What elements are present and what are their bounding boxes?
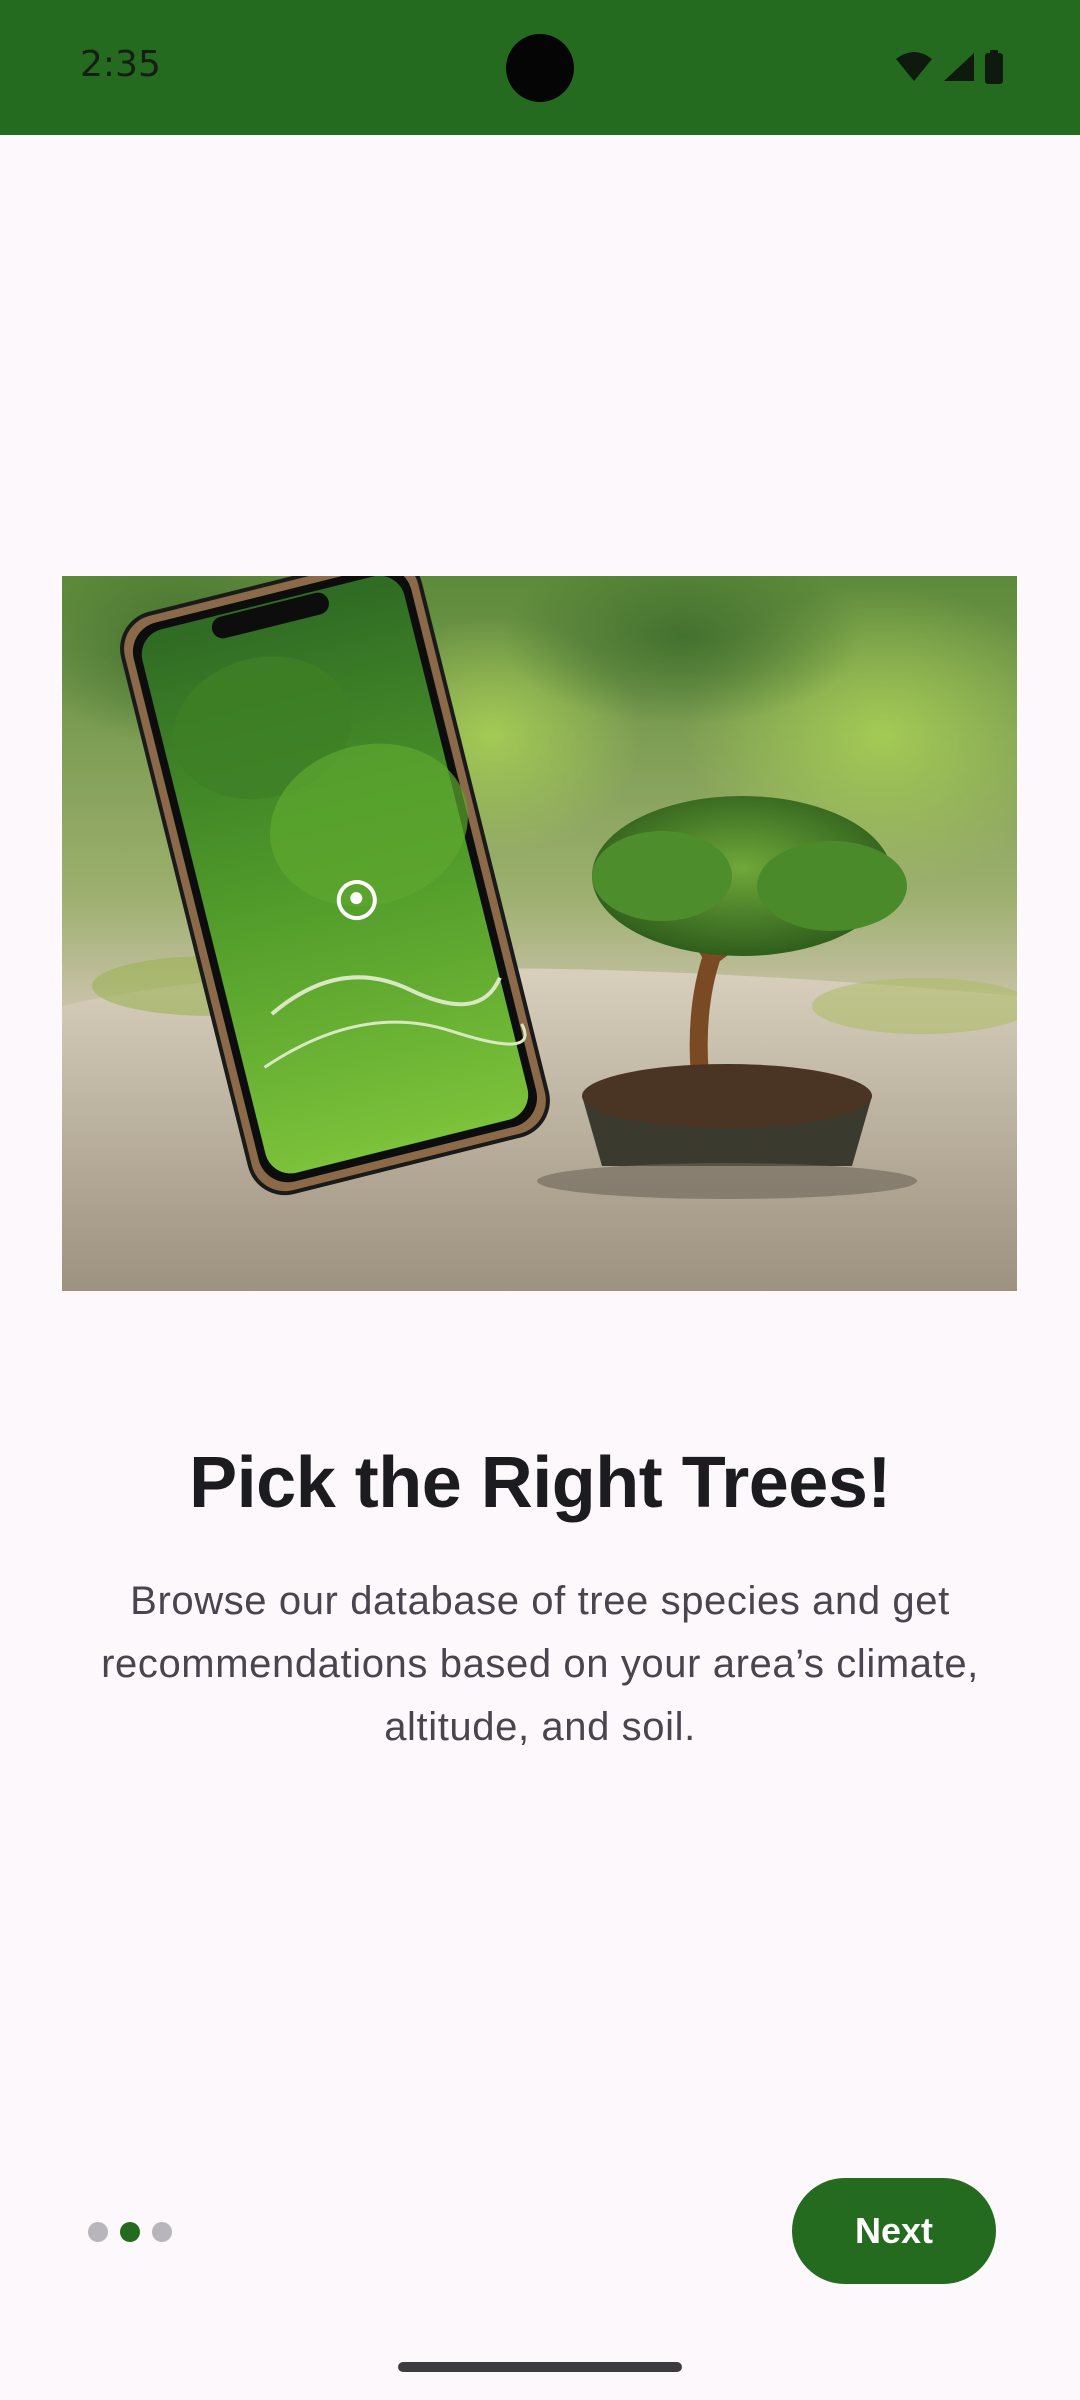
status-icons <box>894 50 1004 84</box>
battery-icon <box>984 50 1004 84</box>
page-title: Pick the Right Trees! <box>189 1443 891 1523</box>
status-time: 2:35 <box>80 44 161 85</box>
status-bar: 2:35 <box>0 0 1080 135</box>
camera-cutout <box>506 34 574 102</box>
page-indicator <box>88 2222 172 2242</box>
onboarding-screen: 2:35 Pick the Right Trees! Browse our da… <box>0 0 1080 2400</box>
wifi-icon <box>894 51 934 83</box>
cell-signal-icon <box>942 51 976 83</box>
home-indicator[interactable] <box>398 2362 682 2372</box>
page-dot-1 <box>88 2222 108 2242</box>
next-button[interactable]: Next <box>792 2178 996 2284</box>
page-dot-2-active <box>120 2222 140 2242</box>
page-dot-3 <box>152 2222 172 2242</box>
hero-image <box>62 576 1017 1291</box>
page-description: Browse our database of tree species and … <box>101 1579 979 1749</box>
